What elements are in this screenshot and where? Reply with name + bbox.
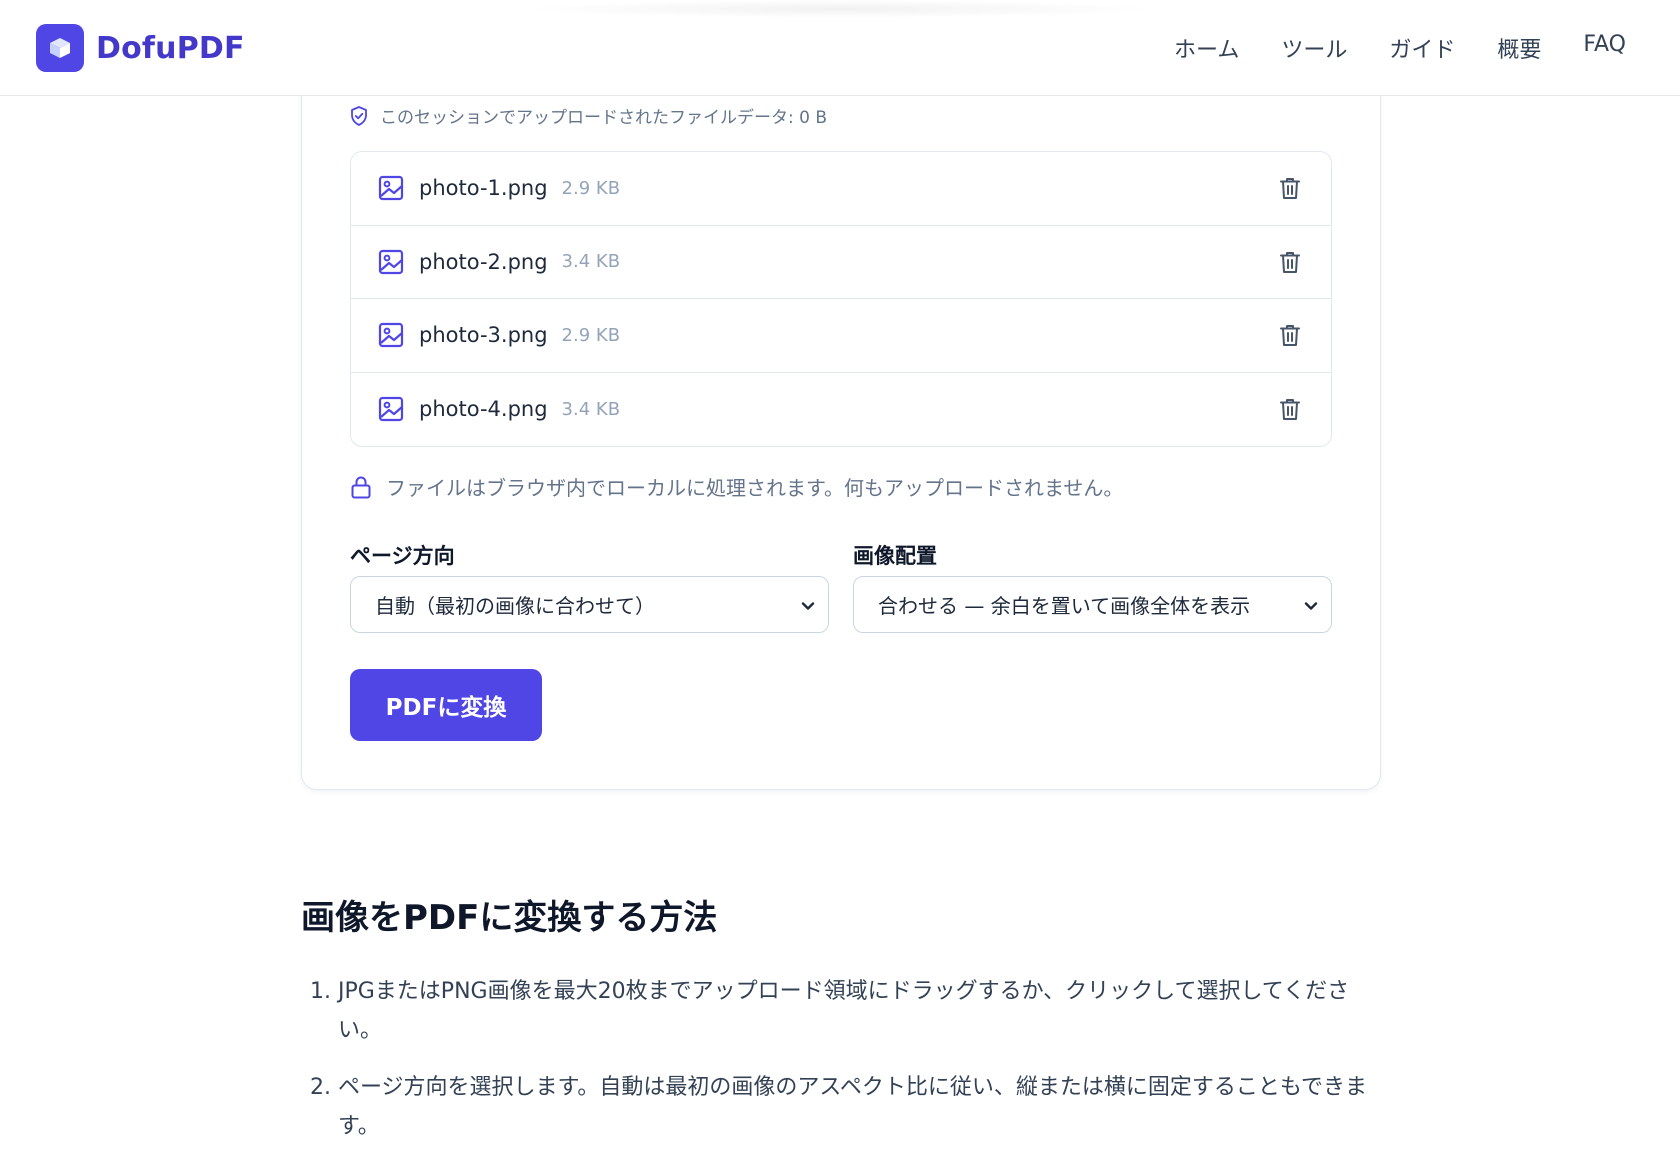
convert-to-pdf-button[interactable]: PDFに変換 — [350, 669, 542, 741]
file-size: 3.4 KB — [561, 251, 621, 273]
list-item: 2. ページ方向を選択します。自動は最初の画像のアスペクト比に従い、縦または横に… — [310, 1068, 1390, 1146]
site-header: DofuPDF ホーム ツール ガイド 概要 FAQ — [0, 0, 1680, 96]
logo[interactable]: DofuPDF — [36, 24, 245, 72]
image-file-icon — [378, 323, 404, 348]
trash-icon[interactable] — [1277, 249, 1303, 275]
trash-icon[interactable] — [1277, 175, 1303, 201]
step-number: 2. — [310, 1075, 331, 1100]
logo-cube-icon — [36, 24, 84, 72]
file-row: photo-3.png 2.9 KB — [351, 299, 1331, 373]
how-to-title: 画像をPDFに変換する方法 — [301, 898, 718, 938]
main-nav: ホーム ツール ガイド 概要 FAQ — [1174, 32, 1626, 64]
image-file-icon — [378, 397, 404, 422]
nav-guide[interactable]: ガイド — [1389, 32, 1455, 64]
file-size: 2.9 KB — [561, 324, 621, 346]
chevron-down-icon — [801, 602, 815, 610]
local-note-text: ファイルはブラウザ内でローカルに処理されます。何もアップロードされません。 — [386, 476, 1124, 500]
step-number: 1. — [310, 979, 331, 1004]
file-name: photo-1.png — [419, 176, 548, 201]
nav-faq[interactable]: FAQ — [1583, 32, 1626, 64]
file-list: photo-1.png 2.9 KB photo-2.png 3.4 KB ph… — [350, 151, 1332, 447]
trash-icon[interactable] — [1277, 322, 1303, 348]
local-processing-note: ファイルはブラウザ内でローカルに処理されます。何もアップロードされません。 — [350, 472, 1123, 501]
image-file-icon — [378, 176, 404, 201]
file-size: 2.9 KB — [561, 177, 621, 199]
file-size: 3.4 KB — [561, 398, 621, 420]
image-file-icon — [378, 249, 404, 274]
orientation-value: 自動（最初の画像に合わせて） — [375, 594, 655, 618]
session-data-note: このセッションでアップロードされたファイルデータ: 0 B — [350, 103, 827, 128]
shield-check-icon — [351, 105, 367, 126]
placement-select[interactable]: 合わせる — 余白を置いて画像全体を表示 — [853, 576, 1332, 633]
step-text: JPGまたはPNG画像を最大20枚までアップロード領域にドラッグするか、クリック… — [338, 979, 1350, 1043]
file-name: photo-2.png — [419, 249, 548, 274]
file-row: photo-4.png 3.4 KB — [351, 373, 1331, 447]
chevron-down-icon — [1304, 602, 1318, 610]
nav-about[interactable]: 概要 — [1497, 32, 1541, 64]
step-text: ページ方向を選択します。自動は最初の画像のアスペクト比に従い、縦または横に固定す… — [338, 1075, 1367, 1139]
file-name: photo-3.png — [419, 323, 548, 348]
placement-value: 合わせる — 余白を置いて画像全体を表示 — [878, 594, 1251, 618]
nav-tools[interactable]: ツール — [1281, 32, 1347, 64]
list-item: 1. JPGまたはPNG画像を最大20枚までアップロード領域にドラッグするか、ク… — [310, 972, 1390, 1050]
logo-text: DofuPDF — [96, 30, 245, 66]
lock-icon — [351, 476, 371, 498]
file-row: photo-2.png 3.4 KB — [351, 226, 1331, 299]
file-row: photo-1.png 2.9 KB — [351, 152, 1331, 226]
orientation-label: ページ方向 — [350, 544, 455, 568]
file-name: photo-4.png — [419, 397, 548, 422]
nav-home[interactable]: ホーム — [1174, 32, 1239, 64]
header-shadow — [520, 0, 1160, 18]
orientation-select[interactable]: 自動（最初の画像に合わせて） — [350, 576, 829, 633]
placement-label: 画像配置 — [853, 544, 937, 568]
session-note-text: このセッションでアップロードされたファイルデータ: 0 B — [380, 108, 828, 128]
trash-icon[interactable] — [1277, 396, 1303, 422]
how-to-steps: 1. JPGまたはPNG画像を最大20枚までアップロード領域にドラッグするか、ク… — [310, 972, 1390, 1164]
